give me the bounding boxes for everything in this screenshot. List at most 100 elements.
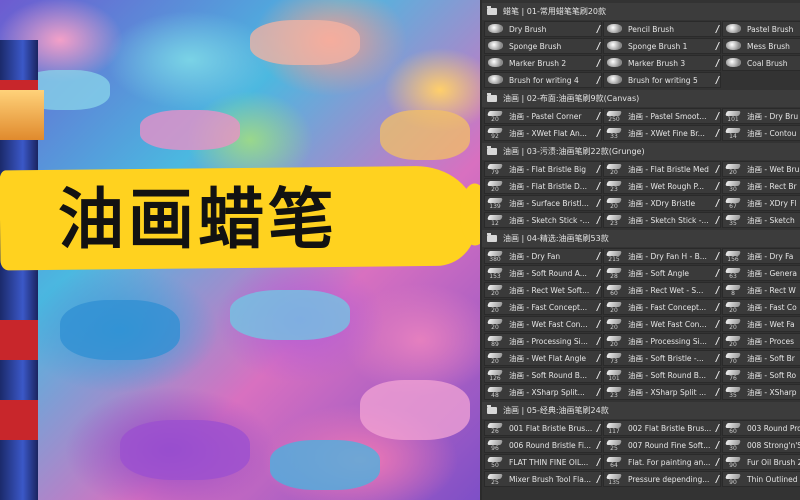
brush-thumbnail-icon: 60 bbox=[723, 421, 743, 435]
brush-preset-panel: 蜡笔 | 01-常用蜡笔笔刷20款 Dry Brush Pencil Brush Pa… bbox=[482, 0, 800, 500]
brush-preset[interactable]: 50 FLAT THIN FINE OIL... bbox=[484, 454, 602, 470]
brush-preset[interactable]: 20 油画 - Flat Bristle D... bbox=[484, 178, 602, 194]
brush-preset[interactable]: 35 油画 - XSharp bbox=[722, 384, 800, 400]
brush-preset[interactable]: 48 油画 - XSharp Split... bbox=[484, 384, 602, 400]
brush-group-header[interactable]: 油画 | 02-布面:油画笔刷9款(Canvas) bbox=[482, 90, 800, 107]
brush-group-header[interactable]: 油画 | 04-精选:油画笔刷53款 bbox=[482, 230, 800, 247]
brush-preset[interactable]: Brush for writing 4 bbox=[484, 72, 602, 88]
brush-name: 油画 - Processing Si... bbox=[509, 336, 588, 346]
brush-size: 20 bbox=[491, 290, 499, 297]
brush-preset[interactable]: 20 油画 - Rect Wet Soft... bbox=[484, 282, 602, 298]
brush-thumbnail-icon: 20 bbox=[485, 317, 505, 331]
brush-size: 79 bbox=[491, 169, 499, 176]
brush-preset[interactable]: Dry Brush bbox=[484, 21, 602, 37]
brush-preset[interactable]: 33 油画 - XWet Fine Br... bbox=[603, 125, 721, 141]
brush-preset[interactable]: 14 油画 - Contou bbox=[722, 125, 800, 141]
brush-preset[interactable]: 25 Mixer Brush Tool Fla... bbox=[484, 471, 602, 487]
brush-preset[interactable]: 60 003 Round Pro bbox=[722, 420, 800, 436]
brush-tip-icon bbox=[726, 41, 741, 50]
brush-preset[interactable]: Sponge Brush bbox=[484, 38, 602, 54]
brush-preset[interactable]: 20 油画 - Proces bbox=[722, 333, 800, 349]
brush-preset[interactable]: 153 油画 - Soft Round A... bbox=[484, 265, 602, 281]
brush-size: 117 bbox=[608, 428, 620, 435]
brush-preset[interactable]: 20 油画 - Fast Concept... bbox=[484, 299, 602, 315]
brush-group-header[interactable]: 油画 | 05-经典:油画笔刷24款 bbox=[482, 402, 800, 419]
brush-preset[interactable]: Pastel Brush bbox=[722, 21, 800, 37]
brush-preset[interactable]: 117 002 Flat Bristle Brus... bbox=[603, 420, 721, 436]
brush-preset[interactable]: Sponge Brush 1 bbox=[603, 38, 721, 54]
brush-preset[interactable]: 92 油画 - XWet Flat An... bbox=[484, 125, 602, 141]
brush-row: 48 油画 - XSharp Split... 23 油画 - XSharp Spli… bbox=[482, 384, 800, 401]
brush-preset[interactable]: 30 008 Strong'n'S bbox=[722, 437, 800, 453]
brush-name: 油画 - Genera bbox=[747, 268, 797, 278]
brush-preset[interactable]: 79 油画 - Flat Bristle Big bbox=[484, 161, 602, 177]
folder-icon bbox=[487, 405, 497, 414]
brush-preset[interactable]: Marker Brush 2 bbox=[484, 55, 602, 71]
brush-preset[interactable]: 12 油画 - Sketch Stick -... bbox=[484, 212, 602, 228]
brush-preset[interactable]: 30 油画 - Rect Br bbox=[722, 178, 800, 194]
brush-thumbnail-icon: 12 bbox=[485, 213, 505, 227]
brush-preset[interactable]: 20 油画 - Wet Fast Con... bbox=[484, 316, 602, 332]
brush-name: Brush for writing 4 bbox=[509, 75, 579, 85]
brush-preset[interactable]: 20 油画 - Pastel Corner bbox=[484, 108, 602, 124]
brush-preset[interactable]: 215 油画 - Dry Fan H - B... bbox=[603, 248, 721, 264]
brush-preset[interactable]: Pencil Brush bbox=[603, 21, 721, 37]
brush-preset[interactable]: 23 油画 - Sketch Stick -... bbox=[603, 212, 721, 228]
brush-thumbnail-icon: 96 bbox=[485, 438, 505, 452]
brush-preset[interactable]: 139 油画 - Surface Bristl... bbox=[484, 195, 602, 211]
brush-preset[interactable]: 126 油画 - Soft Round B... bbox=[484, 367, 602, 383]
brush-preset[interactable]: 76 油画 - Soft Ro bbox=[722, 367, 800, 383]
brush-size: 20 bbox=[491, 358, 499, 365]
brush-preset[interactable]: 70 油画 - Soft Br bbox=[722, 350, 800, 366]
brush-preset[interactable]: 23 油画 - XSharp Split ... bbox=[603, 384, 721, 400]
brush-preset[interactable]: 90 Thin Outlined bbox=[722, 471, 800, 487]
brush-preset[interactable]: 20 油画 - Wet Bru bbox=[722, 161, 800, 177]
brush-preset[interactable]: 64 Flat. For painting an... bbox=[603, 454, 721, 470]
brush-preset[interactable]: 89 油画 - Processing Si... bbox=[484, 333, 602, 349]
paint-stroke bbox=[380, 110, 470, 160]
brush-name: 006 Round Bristle Fi... bbox=[509, 440, 592, 450]
brush-preset[interactable]: 20 油画 - Wet Fast Con... bbox=[603, 316, 721, 332]
brush-preset[interactable]: Brush for writing 5 bbox=[603, 72, 721, 88]
brush-name: 油画 - Sketch Stick -... bbox=[628, 215, 709, 225]
brush-preset[interactable]: 26 001 Flat Bristle Brus... bbox=[484, 420, 602, 436]
brush-preset[interactable]: Mess Brush bbox=[722, 38, 800, 54]
folder-icon bbox=[487, 233, 497, 242]
brush-thumbnail-icon bbox=[723, 39, 743, 53]
brush-preset[interactable]: 90 Fur Oil Brush 2 bbox=[722, 454, 800, 470]
brush-preset[interactable]: 20 油画 - XDry Bristle bbox=[603, 195, 721, 211]
brush-name: Flat. For painting an... bbox=[628, 457, 711, 467]
brush-preset[interactable]: 380 油画 - Dry Fan bbox=[484, 248, 602, 264]
brush-preset[interactable]: 20 油画 - Fast Co bbox=[722, 299, 800, 315]
brush-row: 20 油画 - Flat Bristle D... 23 油画 - Wet Rough… bbox=[482, 178, 800, 195]
brush-preset[interactable]: 67 油画 - XDry Fl bbox=[722, 195, 800, 211]
brush-preset[interactable]: 20 油画 - Processing Si... bbox=[603, 333, 721, 349]
brush-thumbnail-icon: 70 bbox=[723, 351, 743, 365]
brush-thumbnail-icon: 20 bbox=[604, 334, 624, 348]
brush-preset[interactable]: 23 油画 - Wet Rough P... bbox=[603, 178, 721, 194]
brush-preset[interactable]: 73 油画 - Soft Bristle -... bbox=[603, 350, 721, 366]
brush-preset[interactable]: 135 Pressure depending... bbox=[603, 471, 721, 487]
brush-preset[interactable]: 20 油画 - Wet Flat Angle bbox=[484, 350, 602, 366]
brush-preset[interactable]: 8 油画 - Rect W bbox=[722, 282, 800, 298]
brush-group-header[interactable]: 油画 | 03-污渍:油画笔刷22款(Grunge) bbox=[482, 143, 800, 160]
brush-group-header[interactable]: 蜡笔 | 01-常用蜡笔笔刷20款 bbox=[482, 3, 800, 20]
brush-preset[interactable]: 101 油画 - Soft Round B... bbox=[603, 367, 721, 383]
brush-size: 20 bbox=[729, 307, 737, 314]
brush-preset[interactable]: 156 油画 - Dry Fa bbox=[722, 248, 800, 264]
brush-preset[interactable]: 20 油画 - Wet Fa bbox=[722, 316, 800, 332]
brush-preset[interactable]: 25 007 Round Fine Soft... bbox=[603, 437, 721, 453]
brush-preset[interactable]: Coal Brush bbox=[722, 55, 800, 71]
brush-size: 126 bbox=[489, 375, 501, 382]
brush-preset[interactable]: 63 油画 - Genera bbox=[722, 265, 800, 281]
brush-row: 12 油画 - Sketch Stick -... 23 油画 - Sketch St… bbox=[482, 212, 800, 229]
brush-preset[interactable]: 20 油画 - Fast Concept... bbox=[603, 299, 721, 315]
brush-preset[interactable]: 20 油画 - Flat Bristle Med bbox=[603, 161, 721, 177]
brush-preset[interactable]: 250 油画 - Pastel Smoot... bbox=[603, 108, 721, 124]
brush-preset[interactable]: 28 油画 - Soft Angle bbox=[603, 265, 721, 281]
brush-preset[interactable]: Marker Brush 3 bbox=[603, 55, 721, 71]
brush-preset[interactable]: 101 油画 - Dry Bru bbox=[722, 108, 800, 124]
brush-preset[interactable]: 60 油画 - Rect Wet - S... bbox=[603, 282, 721, 298]
brush-preset[interactable]: 96 006 Round Bristle Fi... bbox=[484, 437, 602, 453]
brush-preset[interactable]: 35 油画 - Sketch bbox=[722, 212, 800, 228]
